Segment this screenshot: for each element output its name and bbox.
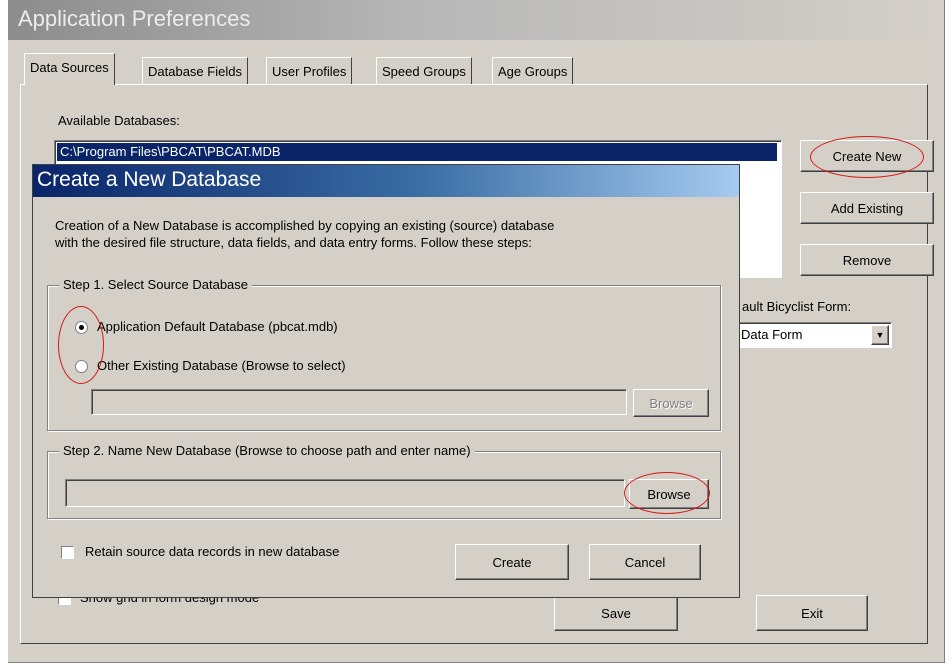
retain-records-checkbox[interactable]	[61, 546, 74, 559]
window-title: Application Preferences	[18, 6, 251, 31]
annotation-circle-radio	[58, 306, 104, 384]
save-button[interactable]: Save	[554, 595, 678, 631]
default-database-option[interactable]: Application Default Database (pbcat.mdb)	[97, 319, 338, 334]
bicyclist-form-select[interactable]: Data Form ▼	[736, 322, 892, 348]
default-bicyclist-form-label: ault Bicyclist Form:	[742, 299, 852, 314]
cancel-button[interactable]: Cancel	[589, 544, 701, 580]
retain-records-label[interactable]: Retain source data records in new databa…	[85, 544, 339, 559]
window-titlebar[interactable]: Application Preferences	[8, 0, 944, 40]
new-database-path-field[interactable]	[65, 479, 625, 507]
tab-speed-groups[interactable]: Speed Groups	[376, 57, 472, 84]
dialog-titlebar[interactable]: Create a New Database	[33, 165, 739, 197]
tab-data-sources[interactable]: Data Sources	[24, 53, 115, 85]
tab-age-groups[interactable]: Age Groups	[492, 57, 574, 84]
remove-button[interactable]: Remove	[800, 244, 934, 276]
dialog-title: Create a New Database	[37, 168, 262, 191]
other-database-option[interactable]: Other Existing Database (Browse to selec…	[97, 358, 346, 373]
dialog-description-line2: with the desired file structure, data fi…	[55, 235, 532, 250]
dialog-description-line1: Creation of a New Database is accomplish…	[55, 218, 555, 233]
create-button[interactable]: Create	[455, 544, 569, 580]
annotation-circle-browse	[624, 472, 710, 514]
step1-label: Step 1. Select Source Database	[59, 277, 253, 292]
tab-user-profiles[interactable]: User Profiles	[266, 57, 353, 84]
step1-browse-button[interactable]: Browse	[633, 389, 709, 417]
exit-button[interactable]: Exit	[756, 595, 868, 631]
available-databases-label: Available Databases:	[58, 113, 180, 128]
tab-database-fields[interactable]: Database Fields	[142, 57, 248, 84]
add-existing-button[interactable]: Add Existing	[800, 192, 934, 224]
step2-label: Step 2. Name New Database (Browse to cho…	[59, 443, 475, 458]
annotation-circle-create-new	[810, 136, 924, 178]
source-path-field[interactable]	[91, 389, 627, 415]
create-database-dialog: Create a New Database Creation of a New …	[32, 164, 740, 598]
dropdown-arrow-icon[interactable]: ▼	[871, 325, 889, 345]
list-item[interactable]: C:\Program Files\PBCAT\PBCAT.MDB	[57, 143, 777, 161]
bicyclist-form-value: Data Form	[741, 327, 803, 342]
